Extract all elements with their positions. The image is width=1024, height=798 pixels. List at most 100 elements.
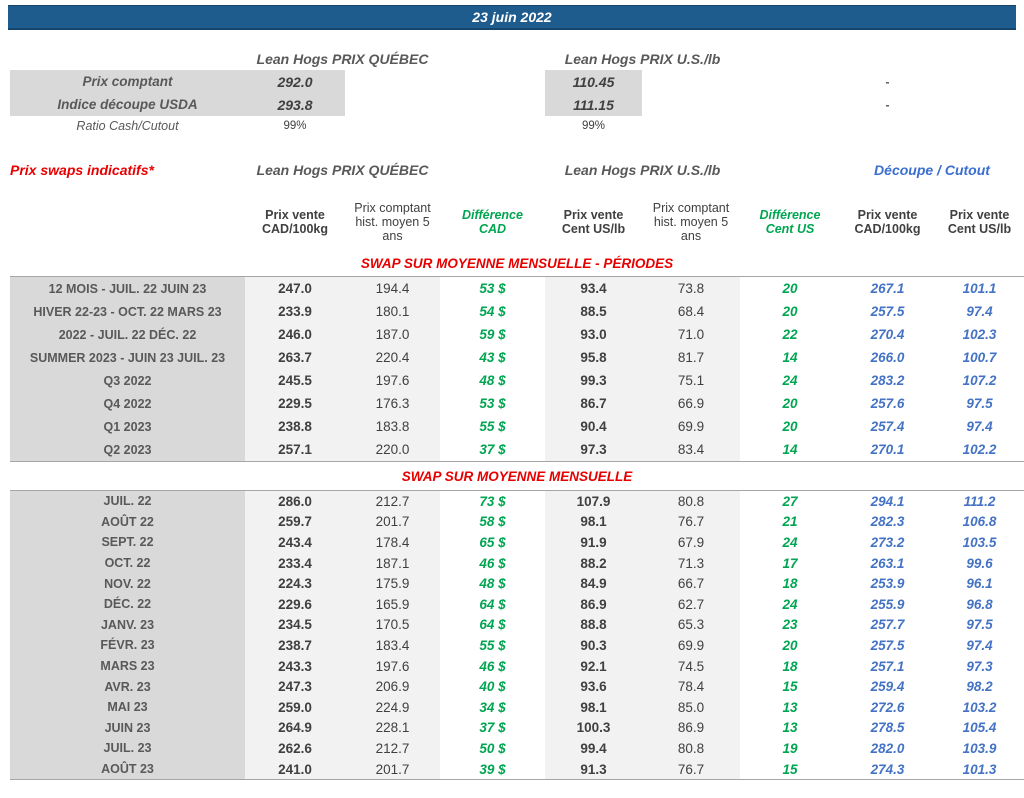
value-cell: 54 $ [440,300,545,323]
value-cell: 15 [740,676,840,697]
value-cell: 183.4 [345,635,440,656]
value-cell: 76.7 [642,759,740,780]
value-cell: 255.9 [840,594,935,615]
value-cell: 24 [740,594,840,615]
value-cell: 15 [740,759,840,780]
value-cell: 176.3 [345,392,440,415]
value-cell: 233.4 [245,553,345,574]
value-cell: 259.7 [245,512,345,533]
value-cell: 247.3 [245,676,345,697]
value-cell: 197.6 [345,369,440,392]
row-label: Prix comptant [10,70,245,93]
value-cell: 83.4 [642,438,740,461]
spot-title-row: Lean Hogs PRIX QUÉBEC Lean Hogs PRIX U.S… [10,48,1024,70]
value-cell: 257.6 [840,392,935,415]
value-cell: 263.1 [840,553,935,574]
table-row: MARS 23243.3197.646 $92.174.518257.197.3 [10,656,1024,677]
value-cell: 262.6 [245,738,345,759]
value-cell: 20 [740,392,840,415]
section-title-mensuelle: SWAP SUR MOYENNE MENSUELLE [10,462,1024,490]
value-cell: 257.5 [840,635,935,656]
row-label: Indice découpe USDA [10,93,245,116]
value-cell: 243.4 [245,532,345,553]
value-cell: 40 $ [440,676,545,697]
value-cell: 46 $ [440,553,545,574]
table-row: 2022 - JUIL. 22 DÉC. 22246.0187.059 $93.… [10,323,1024,346]
value-cell: 111.2 [935,491,1024,512]
table-row: HIVER 22-23 - OCT. 22 MARS 23233.9180.15… [10,300,1024,323]
value-cell: 98.2 [935,676,1024,697]
value-cell: 90.3 [545,635,642,656]
swap-price-report: 23 juin 2022 Lean Hogs PRIX QUÉBEC Lean … [0,0,1024,798]
value-cell: 229.6 [245,594,345,615]
value-cell: 55 $ [440,415,545,438]
table-row: AVR. 23247.3206.940 $93.678.415259.498.2 [10,676,1024,697]
quebec-ratio-value: 99% [245,116,345,136]
value-cell: 96.8 [935,594,1024,615]
value-cell: 257.5 [840,300,935,323]
value-cell: 97.4 [935,415,1024,438]
value-cell: 103.5 [935,532,1024,553]
value-cell: 107.2 [935,369,1024,392]
value-cell: 253.9 [840,573,935,594]
row-label: JUIL. 22 [10,491,245,512]
row-label: HIVER 22-23 - OCT. 22 MARS 23 [10,300,245,323]
value-cell: 272.6 [840,697,935,718]
value-cell: 278.5 [840,718,935,739]
value-cell: 201.7 [345,512,440,533]
value-cell: 97.5 [935,392,1024,415]
value-cell: 197.6 [345,656,440,677]
swaps-title-band: Prix swaps indicatifs* Lean Hogs PRIX QU… [10,160,1024,180]
us-cutout-value: 111.15 [545,93,642,116]
row-label: JUIN 23 [10,718,245,739]
value-cell: 39 $ [440,759,545,780]
value-cell: 86.7 [545,392,642,415]
value-cell: 220.0 [345,438,440,461]
row-label: Q1 2023 [10,415,245,438]
value-cell: 229.5 [245,392,345,415]
value-cell: 97.3 [545,438,642,461]
value-cell: 106.8 [935,512,1024,533]
value-cell: 220.4 [345,346,440,369]
value-cell: 187.0 [345,323,440,346]
table-row: DÉC. 22229.6165.964 $86.962.724255.996.8 [10,594,1024,615]
value-cell: 259.4 [840,676,935,697]
value-cell: 107.9 [545,491,642,512]
value-cell: 93.0 [545,323,642,346]
value-cell: 53 $ [440,277,545,300]
us-cash-value: 110.45 [545,70,642,93]
col-header-difference-cad: Différence CAD [440,194,545,250]
row-label: 2022 - JUIL. 22 DÉC. 22 [10,323,245,346]
value-cell: 71.0 [642,323,740,346]
value-cell: 43 $ [440,346,545,369]
value-cell: 233.9 [245,300,345,323]
value-cell: 48 $ [440,573,545,594]
value-cell: 64 $ [440,615,545,636]
quebec-cutout-value: 293.8 [245,93,345,116]
value-cell: 263.7 [245,346,345,369]
value-cell: 228.1 [345,718,440,739]
us-ratio-value: 99% [545,116,642,136]
value-cell: 20 [740,300,840,323]
table-row: Q1 2023238.8183.855 $90.469.920257.497.4 [10,415,1024,438]
value-cell: 212.7 [345,738,440,759]
value-cell: 247.0 [245,277,345,300]
table-row: SUMMER 2023 - JUIN 23 JUIL. 23263.7220.4… [10,346,1024,369]
value-cell: 97.3 [935,656,1024,677]
value-cell: 270.4 [840,323,935,346]
table-row: JUIN 23264.9228.137 $100.386.913278.5105… [10,718,1024,739]
value-cell: 187.1 [345,553,440,574]
value-cell: 75.1 [642,369,740,392]
spot-quebec-title: Lean Hogs PRIX QUÉBEC [245,48,440,70]
value-cell: 69.9 [642,635,740,656]
value-cell: 92.1 [545,656,642,677]
value-cell: 264.9 [245,718,345,739]
value-cell: 17 [740,553,840,574]
value-cell: 46 $ [440,656,545,677]
value-cell: 19 [740,738,840,759]
value-cell: 24 [740,369,840,392]
row-label: JUIL. 23 [10,738,245,759]
col-header-cutout-us: Prix vente Cent US/lb [935,194,1024,250]
row-label: OCT. 22 [10,553,245,574]
value-cell: 37 $ [440,718,545,739]
